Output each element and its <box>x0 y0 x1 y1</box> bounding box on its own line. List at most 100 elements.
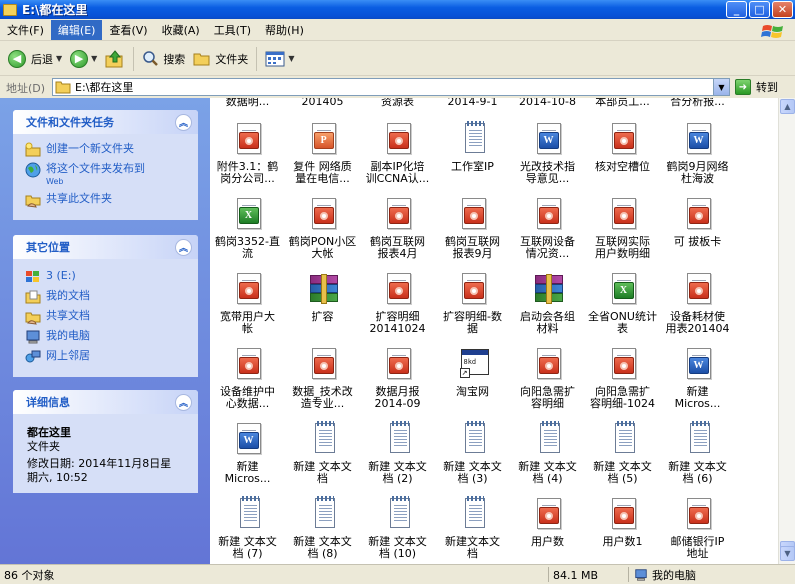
maximize-button[interactable]: □ <box>749 1 770 18</box>
file-item[interactable]: 设备耗材使 用表201404 <box>660 271 735 343</box>
place-my-documents[interactable]: 我的文档 <box>25 289 192 305</box>
menu-tools[interactable]: 工具(T) <box>207 20 258 40</box>
file-item[interactable]: 2014-9-1 <box>435 98 510 112</box>
other-places-header[interactable]: 其它位置 ︽ <box>13 235 198 259</box>
vertical-scrollbar[interactable]: ▲ ▼ <box>778 98 795 564</box>
details-header[interactable]: 详细信息 ︽ <box>13 390 198 414</box>
forward-button[interactable]: ▶ ▼ <box>66 46 101 72</box>
file-item[interactable]: 新建文本文 档 <box>435 496 510 564</box>
file-item[interactable]: 新建 文本文 档 (4) <box>510 421 585 493</box>
file-item[interactable]: 8kd ↗ 淘宝网 <box>435 346 510 418</box>
file-label: 可 拔板卡 <box>673 236 722 248</box>
place-drive-e[interactable]: 3 (E:) <box>25 269 192 285</box>
file-item[interactable]: 新建 文本文 档 (10) <box>360 496 435 564</box>
file-item[interactable]: W 鹤岗9月网络 杜海波 <box>660 121 735 193</box>
file-item[interactable]: 鹤岗互联网 报表4月 <box>360 196 435 268</box>
file-list-pane[interactable]: 数据明... 201405 资源表 2014-9-1 2014-10-8 本部员工... 合… <box>210 98 778 564</box>
file-item[interactable]: 互联网实际 用户数明细 <box>585 196 660 268</box>
network-icon <box>25 350 41 363</box>
place-my-computer[interactable]: 我的电脑 <box>25 329 192 345</box>
file-icon <box>231 348 265 382</box>
menu-help[interactable]: 帮助(H) <box>258 20 311 40</box>
file-item[interactable]: 向阳急需扩 容明细 <box>510 346 585 418</box>
menu-file[interactable]: 文件(F) <box>0 20 51 40</box>
file-item[interactable]: 新建 文本文 档 (8) <box>285 496 360 564</box>
minimize-button[interactable]: _ <box>726 1 747 18</box>
file-label: 复件 网络质 量在电信... <box>293 161 352 185</box>
folders-button[interactable]: 文件夹 <box>189 46 252 72</box>
views-button[interactable]: ▼ <box>261 46 298 72</box>
file-item[interactable]: 新建 文本文 档 <box>285 421 360 493</box>
file-item[interactable]: 互联网设备 情况资... <box>510 196 585 268</box>
close-button[interactable]: ✕ <box>772 1 793 18</box>
file-item[interactable]: 可 拔板卡 <box>660 196 735 268</box>
menu-favorites[interactable]: 收藏(A) <box>155 20 207 40</box>
details-panel: 详细信息 ︽ 都在这里 文件夹 修改日期: 2014年11月8日星 期六, 10… <box>13 390 198 493</box>
other-places-panel: 其它位置 ︽ 3 (E:) 我的文档 共享文档 我的电脑 网上邻居 <box>13 235 198 377</box>
collapse-icon[interactable]: ︽ <box>175 393 192 411</box>
file-item[interactable]: 新建 文本文 档 (3) <box>435 421 510 493</box>
file-item[interactable]: 向阳急需扩 容明细-1024 <box>585 346 660 418</box>
file-item[interactable]: 用户数 <box>510 496 585 564</box>
scroll-up-button[interactable]: ▲ <box>780 99 795 114</box>
file-item[interactable]: 核对空槽位 <box>585 121 660 193</box>
file-item[interactable]: 新建 文本文 档 (6) <box>660 421 735 493</box>
file-item[interactable]: 新建 文本文 档 (5) <box>585 421 660 493</box>
file-item[interactable]: 副本IP化培 训CCNA认... <box>360 121 435 193</box>
file-item[interactable]: 启动会各组 材料 <box>510 271 585 343</box>
file-item[interactable]: 数据_技术改 造专业... <box>285 346 360 418</box>
file-item[interactable]: 工作室IP <box>435 121 510 193</box>
scroll-down-button[interactable]: ▼ <box>780 546 795 561</box>
file-icon: X <box>606 273 640 307</box>
file-item[interactable]: 2014-10-8 <box>510 98 585 112</box>
file-item[interactable]: 数据明... <box>210 98 285 112</box>
file-item[interactable]: X 全省ONU统计 表 <box>585 271 660 343</box>
file-label: 新建 Micros... <box>674 386 721 410</box>
file-item[interactable]: 201405 <box>285 98 360 112</box>
file-item[interactable]: 本部员工... <box>585 98 660 112</box>
file-item[interactable]: W 新建 Micros... <box>660 346 735 418</box>
file-item[interactable]: P 复件 网络质 量在电信... <box>285 121 360 193</box>
file-folder-tasks-header[interactable]: 文件和文件夹任务 ︽ <box>13 110 198 134</box>
file-item[interactable]: 宽带用户大 帐 <box>210 271 285 343</box>
task-new-folder[interactable]: 创建一个新文件夹 <box>25 142 192 158</box>
address-input[interactable]: E:\都在这里 ▼ <box>52 78 730 96</box>
collapse-icon[interactable]: ︽ <box>175 238 192 256</box>
file-item[interactable]: 扩容明细-数 据 <box>435 271 510 343</box>
file-item[interactable]: W 光改技术指 导意见... <box>510 121 585 193</box>
file-item[interactable]: 用户数1 <box>585 496 660 564</box>
place-shared-documents[interactable]: 共享文档 <box>25 309 192 325</box>
collapse-icon[interactable]: ︽ <box>175 113 192 131</box>
file-item[interactable]: 合分析报... <box>660 98 735 112</box>
text-file-icon <box>464 121 485 153</box>
file-item[interactable]: 资源表 <box>360 98 435 112</box>
file-item[interactable]: 扩容 <box>285 271 360 343</box>
file-item[interactable]: 扩容明细 20141024 <box>360 271 435 343</box>
search-button[interactable]: 搜索 <box>138 46 189 72</box>
go-button[interactable]: ➜ 转到 <box>735 79 778 95</box>
menu-edit[interactable]: 编辑(E) <box>50 20 103 40</box>
text-file-icon <box>389 496 410 528</box>
file-item[interactable]: 数据月报 2014-09 <box>360 346 435 418</box>
up-folder-button[interactable] <box>101 46 129 72</box>
file-icon <box>531 498 565 532</box>
file-item[interactable]: 鹤岗互联网 报表9月 <box>435 196 510 268</box>
task-share-folder[interactable]: 共享此文件夹 <box>25 192 192 208</box>
file-item[interactable]: 邮储银行IP 地址 <box>660 496 735 564</box>
archive-icon <box>309 274 338 304</box>
file-item[interactable]: 鹤岗PON小区 大帐 <box>285 196 360 268</box>
back-button[interactable]: ◀ 后退 ▼ <box>4 46 66 72</box>
task-publish-web[interactable]: 将这个文件夹发布到 Web <box>25 162 192 188</box>
title-bar[interactable]: E:\都在这里 _ □ ✕ <box>0 0 795 19</box>
file-item[interactable]: 新建 文本文 档 (7) <box>210 496 285 564</box>
file-item[interactable]: 新建 文本文 档 (2) <box>360 421 435 493</box>
address-dropdown-button[interactable]: ▼ <box>713 79 729 95</box>
details-name: 都在这里 <box>27 426 71 439</box>
views-icon <box>265 51 285 66</box>
place-network[interactable]: 网上邻居 <box>25 349 192 365</box>
file-item[interactable]: 设备维护中 心数据... <box>210 346 285 418</box>
file-item[interactable]: X 鹤岗3352-直 流 <box>210 196 285 268</box>
file-item[interactable]: 附件3.1：鹤 岗分公司... <box>210 121 285 193</box>
file-item[interactable]: W 新建 Micros... <box>210 421 285 493</box>
menu-view[interactable]: 查看(V) <box>102 20 154 40</box>
